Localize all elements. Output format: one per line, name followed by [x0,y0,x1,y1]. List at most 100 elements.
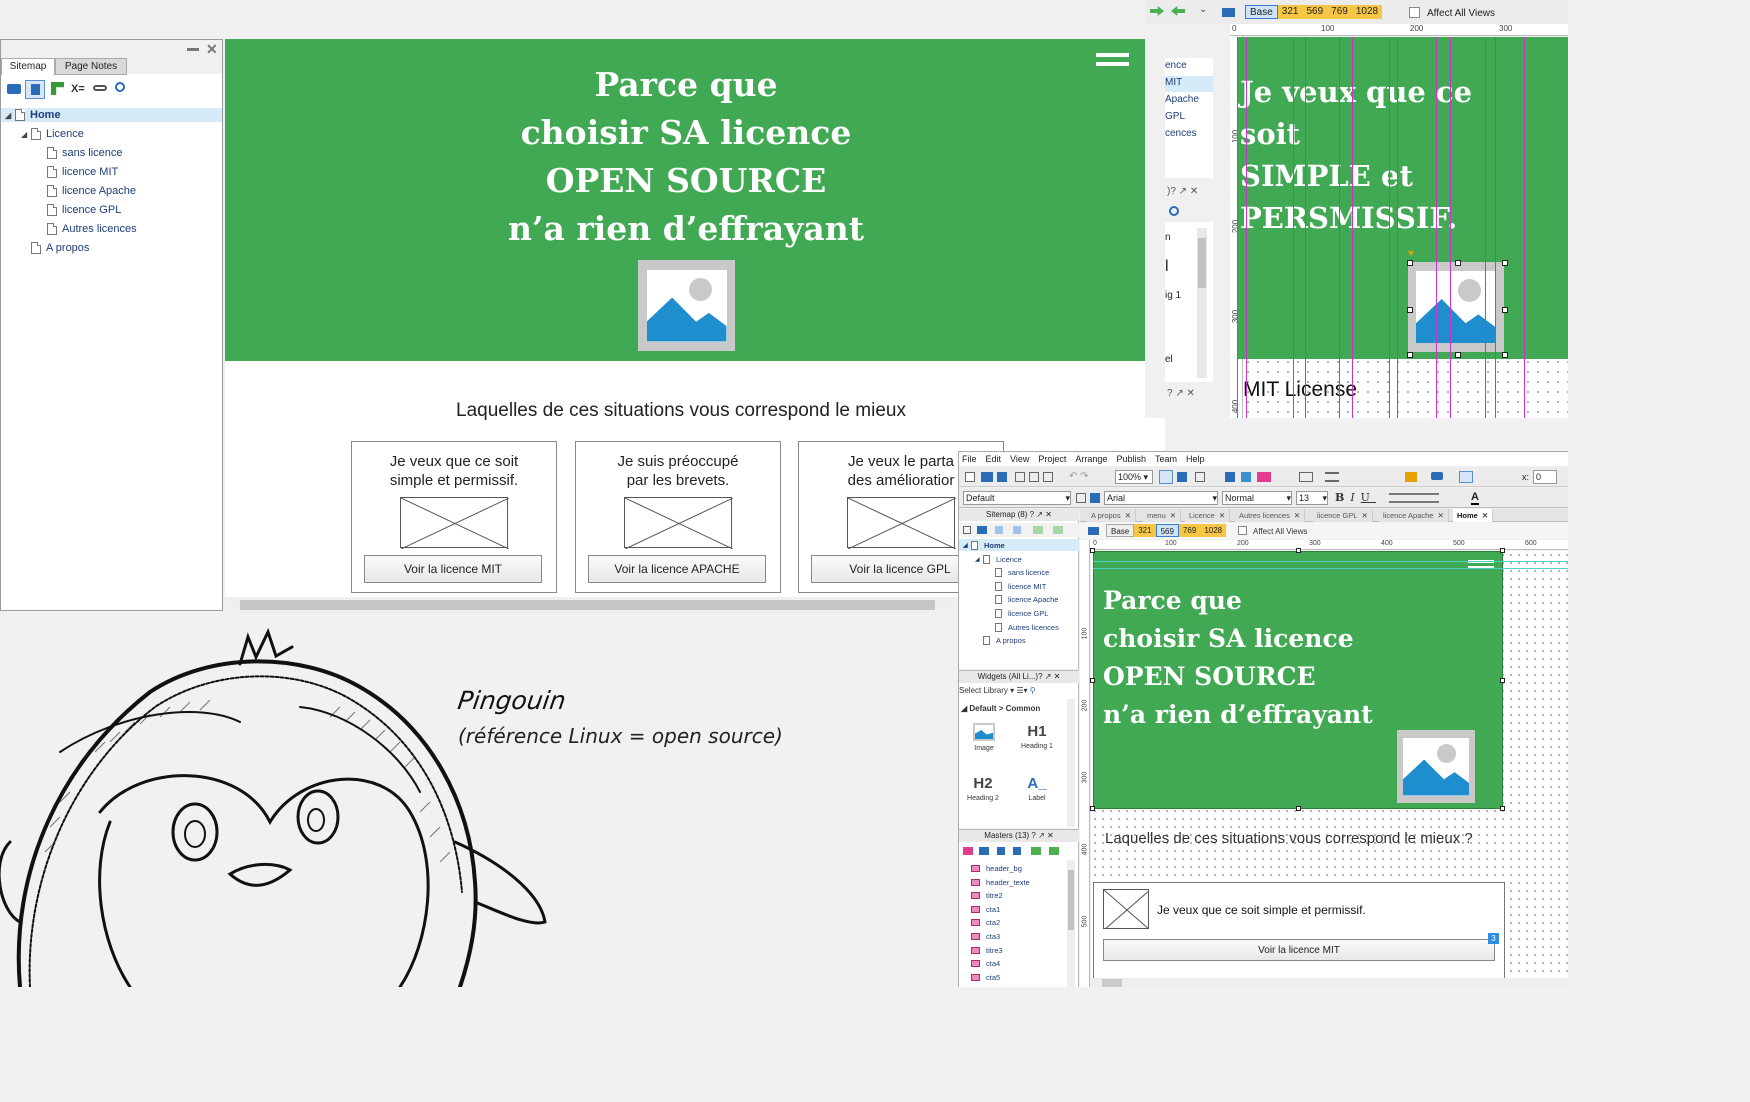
outdent-icon[interactable] [1053,526,1063,534]
align-text-icon[interactable] [1389,493,1439,503]
preview-icon[interactable] [1225,472,1235,482]
tab-close-icon[interactable]: ✕ [1219,511,1225,520]
menu-item[interactable]: Publish [1116,452,1146,466]
tab-sitemap[interactable]: Sitemap [1,58,55,75]
page-tab[interactable]: licence Apache ✕ [1379,509,1449,522]
search-icon[interactable] [115,82,125,92]
selection-handle[interactable] [1500,678,1505,683]
selection-handle[interactable] [1090,806,1095,811]
sitemap-tree-item[interactable]: licence Apache [37,182,136,200]
page-tab[interactable]: menu ✕ [1143,509,1182,522]
tree-expand-icon[interactable]: ◢ [5,111,15,120]
crop-icon[interactable] [1195,472,1205,482]
move-page-icon[interactable] [51,82,64,95]
breakpoint-tab[interactable]: Base [1106,524,1135,537]
add-folder-icon[interactable] [977,526,987,534]
menu-item[interactable]: Help [1186,452,1205,466]
adaptive-view-icon[interactable] [1088,527,1099,535]
tab-close-icon[interactable]: ✕ [1170,511,1176,520]
master-item[interactable]: cta1 [971,905,1000,914]
menu-item[interactable]: Arrange [1075,452,1107,466]
mobile-image-placeholder[interactable] [1408,262,1504,352]
axure-sitemap-item[interactable]: licence Apache [987,595,1058,605]
master-item[interactable]: cta4 [971,959,1000,968]
page-tab[interactable]: Home ✕ [1453,509,1494,522]
page-tab[interactable]: A propos ✕ [1087,509,1136,522]
page-tab[interactable]: licence GPL ✕ [1313,509,1373,522]
affect-all-views-checkbox[interactable] [1409,7,1420,18]
tab-close-icon[interactable]: ✕ [1361,511,1367,520]
line-style-icon[interactable] [1459,471,1473,483]
shadow-icon[interactable] [1431,472,1443,480]
link-icon[interactable] [93,85,107,91]
move-up-icon[interactable] [995,526,1003,534]
breakpoint-tab[interactable]: Base [1245,5,1278,19]
add-folder-button[interactable] [25,80,45,99]
select-library-dropdown[interactable]: Select Library ▾ ☰▾ ⚲ [959,686,1036,695]
axure-hscroll[interactable] [1090,978,1568,987]
sitemap-tree-item[interactable]: ◢ Home [5,106,61,124]
select-tool-icon[interactable] [1159,470,1173,484]
affect-all-views-checkbox[interactable] [1238,526,1247,535]
add-page-icon[interactable] [7,84,21,94]
rotation-handle-icon[interactable] [1408,251,1414,256]
align-icon[interactable] [1325,472,1339,482]
selection-handle[interactable] [1500,806,1505,811]
axure-sitemap-item[interactable]: A propos [975,636,1026,646]
masters-scrollbar[interactable] [1067,860,1075,987]
widgets-scrollbar[interactable] [1067,699,1075,827]
add-master-icon[interactable] [963,847,973,855]
breakpoint-tab[interactable]: 321 [1277,5,1303,19]
style-select[interactable]: Default ▾ [963,491,1071,505]
tab-page-notes[interactable]: Page Notes [55,58,127,75]
chevron-down-icon[interactable]: ⌄ [1199,4,1207,15]
partial-sitemap-item[interactable]: GPL [1165,111,1185,122]
master-item[interactable]: cta3 [971,932,1000,941]
selection-handle[interactable] [1500,548,1505,553]
tab-close-icon[interactable]: ✕ [1125,511,1131,520]
open-icon[interactable] [981,472,993,482]
share-icon[interactable] [1241,472,1251,482]
breakpoint-tab[interactable]: 769 [1178,524,1201,537]
tree-expand-icon[interactable]: ◢ [21,130,31,139]
connector-icon[interactable] [1177,472,1187,482]
axure-card-button[interactable]: Voir la licence MIT [1103,939,1495,961]
paste-icon[interactable] [1043,472,1053,482]
selection-handle[interactable] [1407,307,1413,313]
partial-sitemap-item[interactable]: Apache [1165,94,1199,105]
x-field[interactable]: 0 [1533,470,1557,484]
master-folder-icon[interactable] [979,847,989,855]
indent-icon[interactable] [1033,526,1043,534]
card-button[interactable]: Voir la licence MIT [364,555,542,583]
sitemap-tree-item[interactable]: A propos [21,239,89,257]
selection-handle[interactable] [1090,548,1095,553]
breakpoint-tab[interactable]: 1028 [1200,524,1227,537]
partial-sitemap-item[interactable]: ence [1165,60,1187,71]
breakpoint-tab[interactable]: 1028 [1351,5,1383,19]
menu-item[interactable]: View [1010,452,1029,466]
undo-icon[interactable]: ↶ ↷ [1069,471,1089,482]
menu-item[interactable]: Edit [986,452,1002,466]
widget-heading1[interactable]: H1 Heading 1 [1017,723,1057,750]
cut-icon[interactable] [1015,472,1025,482]
tree-expand-icon[interactable]: ◢ [975,556,983,563]
selection-handle[interactable] [1407,260,1413,266]
style-manager-icon[interactable] [1076,493,1086,503]
sitemap-tree-item[interactable]: ◢ Licence [21,125,84,143]
axure-image-placeholder[interactable] [1397,730,1475,803]
breakpoint-tab[interactable]: 769 [1327,5,1352,19]
widget-heading2[interactable]: H2 Heading 2 [963,775,1003,802]
axure-sitemap-item[interactable]: ◢ Home [963,541,1005,550]
size-select[interactable]: 13 ▾ [1296,491,1328,505]
page-tab[interactable]: Autres licences ✕ [1235,509,1306,522]
selection-handle[interactable] [1502,307,1508,313]
add-page-icon[interactable] [963,526,971,534]
save-icon[interactable] [997,472,1007,482]
axure-sitemap-item[interactable]: licence MIT [987,581,1046,591]
widget-label[interactable]: A_ Label [1017,775,1057,802]
selection-handle[interactable] [1090,678,1095,683]
menu-item[interactable]: Team [1155,452,1177,466]
tab-close-icon[interactable]: ✕ [1294,511,1300,520]
format-painter-icon[interactable] [1090,493,1100,503]
master-item[interactable]: cta5 [971,973,1000,982]
